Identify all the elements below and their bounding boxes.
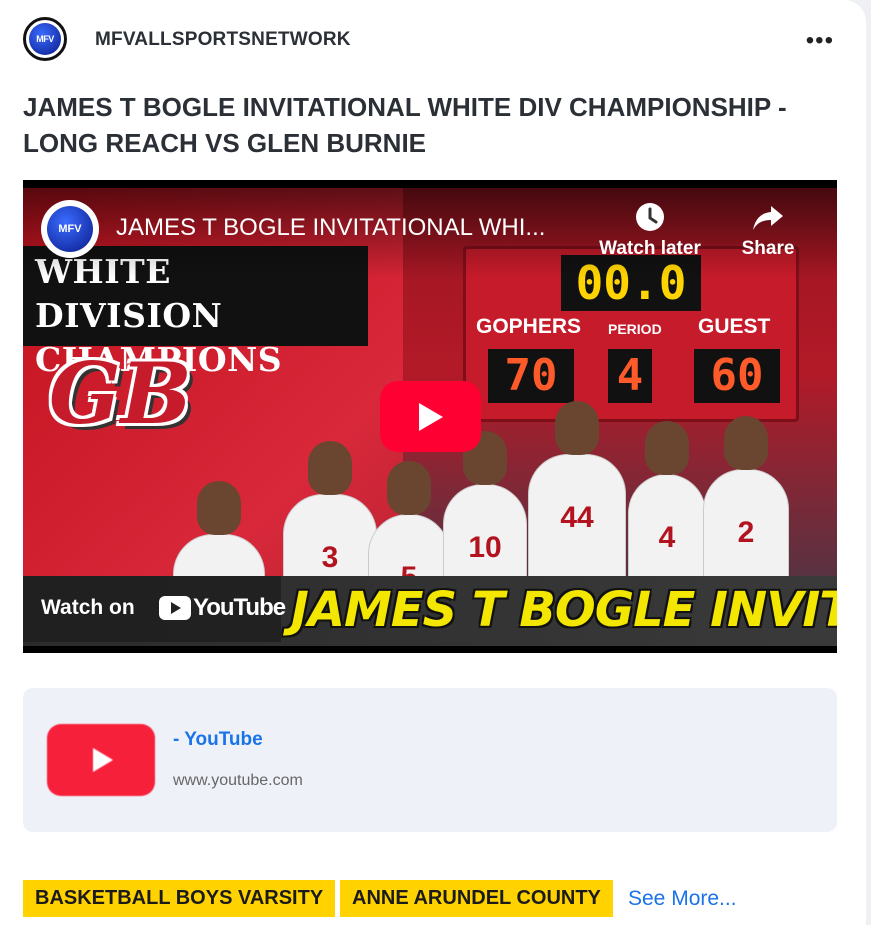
scoreboard-period: 4 [608, 349, 652, 403]
post-title: JAMES T BOGLE INVITATIONAL WHITE DIV CHA… [23, 92, 787, 158]
see-more-link[interactable]: See More... [628, 880, 737, 917]
watch-on-label: Watch on [41, 596, 135, 619]
link-preview-title[interactable]: - YouTube [173, 729, 263, 751]
channel-logo[interactable]: MFV [41, 200, 99, 258]
share-label: Share [741, 238, 795, 259]
post-card: MFV MFVALLSPORTSNETWORK ••• JAMES T BOGL… [0, 0, 866, 925]
scoreboard-home-label: GOPHERS [476, 315, 582, 338]
tag-anne-arundel-county[interactable]: ANNE ARUNDEL COUNTY [340, 880, 613, 917]
scoreboard-guest-label: GUEST [698, 315, 771, 338]
more-options-icon[interactable]: ••• [806, 27, 834, 55]
thumbnail-headline: JAMES T BOGLE INVITATIONAL [291, 582, 837, 638]
scoreboard-guest-score: 60 [694, 349, 780, 403]
youtube-logo-icon [159, 596, 191, 620]
scoreboard-home-score: 70 [488, 349, 574, 403]
video-title[interactable]: JAMES T BOGLE INVITATIONAL WHI... [116, 214, 596, 242]
scoreboard-period-label: PERIOD [608, 321, 662, 337]
gb-logo: GB [49, 344, 192, 443]
author-name[interactable]: MFVALLSPORTSNETWORK [95, 29, 351, 51]
youtube-wordmark: YouTube [193, 594, 286, 621]
author-avatar[interactable]: MFV [23, 17, 67, 61]
post-header: MFV MFVALLSPORTSNETWORK ••• [23, 17, 846, 65]
play-icon [419, 403, 443, 431]
watch-later-label: Watch later [599, 238, 701, 259]
author-avatar-logo: MFV [29, 23, 61, 55]
watch-on-youtube-button[interactable]: Watch on YouTube [23, 576, 286, 642]
share-button[interactable]: Share [713, 200, 823, 260]
link-preview-card[interactable]: - YouTube www.youtube.com [23, 688, 837, 832]
link-preview-domain: www.youtube.com [173, 772, 303, 789]
watch-later-button[interactable]: Watch later [595, 200, 705, 260]
tag-basketball-boys-varsity[interactable]: BASKETBALL BOYS VARSITY [23, 880, 336, 917]
share-icon [713, 200, 823, 234]
clock-icon [595, 200, 705, 234]
youtube-thumbnail-icon [47, 724, 155, 796]
play-button[interactable] [380, 381, 481, 452]
video-embed[interactable]: 00.0 GOPHERS PERIOD GUEST 70 4 60 WHITE … [23, 180, 837, 653]
